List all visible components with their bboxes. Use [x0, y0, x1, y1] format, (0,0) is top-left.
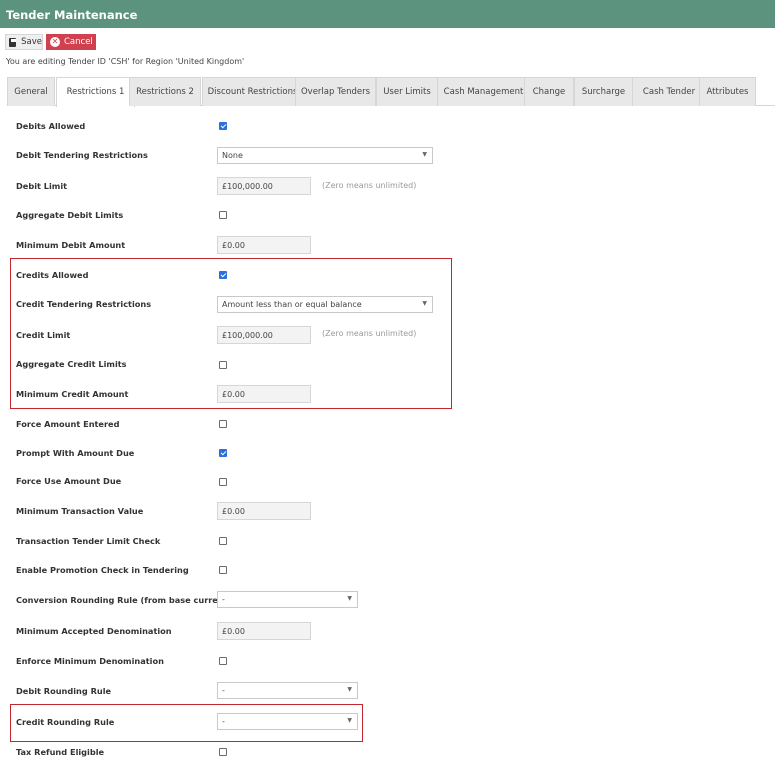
debit-limit-input[interactable]: £100,000.00	[217, 177, 311, 195]
enable-promotion-check-checkbox[interactable]	[219, 566, 227, 574]
debit-limit-label: Debit Limit	[16, 181, 68, 191]
minimum-transaction-value-input[interactable]: £0.00	[217, 502, 311, 520]
credit-limit-hint: (Zero means unlimited)	[322, 329, 417, 338]
tab-bar: General Restrictions 1 Restrictions 2 Di…	[7, 77, 775, 107]
cancel-button-label: Cancel	[64, 37, 93, 47]
minimum-debit-amount-input[interactable]: £0.00	[217, 236, 311, 254]
debit-rounding-rule-select[interactable]: - ▼	[217, 682, 358, 699]
editing-info: You are editing Tender ID 'CSH' for Regi…	[6, 57, 245, 66]
conversion-rounding-rule-select[interactable]: - ▼	[217, 591, 358, 608]
chevron-down-icon: ▼	[422, 151, 427, 158]
aggregate-credit-limits-checkbox[interactable]	[219, 361, 227, 369]
minimum-transaction-value-label: Minimum Transaction Value	[16, 506, 144, 516]
aggregate-credit-limits-label: Aggregate Credit Limits	[16, 359, 127, 369]
enable-promotion-check-label: Enable Promotion Check in Tendering	[16, 565, 189, 575]
minimum-accepted-denomination-input[interactable]: £0.00	[217, 622, 311, 640]
tab-attributes[interactable]: Attributes	[699, 77, 756, 106]
tab-overlap-tenders[interactable]: Overlap Tenders	[295, 77, 376, 106]
tab-cash-management[interactable]: Cash Management	[437, 77, 530, 106]
debit-rounding-rule-value: -	[222, 686, 225, 695]
tab-restrictions-2[interactable]: Restrictions 2	[129, 77, 201, 106]
tax-refund-eligible-label: Tax Refund Eligible	[16, 747, 105, 757]
credit-tendering-restrictions-select[interactable]: Amount less than or equal balance ▼	[217, 296, 433, 313]
credit-rounding-rule-select[interactable]: - ▼	[217, 713, 358, 730]
minimum-credit-amount-input[interactable]: £0.00	[217, 385, 311, 403]
credits-allowed-label: Credits Allowed	[16, 270, 89, 280]
window-title: Tender Maintenance	[0, 0, 775, 28]
transaction-tender-limit-check-label: Transaction Tender Limit Check	[16, 536, 161, 546]
force-use-amount-due-checkbox[interactable]	[219, 478, 227, 486]
enforce-minimum-denomination-checkbox[interactable]	[219, 657, 227, 665]
chevron-down-icon: ▼	[422, 300, 427, 307]
debits-allowed-checkbox[interactable]	[219, 122, 227, 130]
enforce-minimum-denomination-label: Enforce Minimum Denomination	[16, 656, 164, 666]
credit-tendering-restrictions-label: Credit Tendering Restrictions	[16, 299, 152, 309]
transaction-tender-limit-check-checkbox[interactable]	[219, 537, 227, 545]
debit-tendering-restrictions-label: Debit Tendering Restrictions	[16, 150, 148, 160]
debit-tendering-restrictions-select[interactable]: None ▼	[217, 147, 433, 164]
prompt-with-amount-due-checkbox[interactable]	[219, 449, 227, 457]
chevron-down-icon: ▼	[347, 595, 352, 602]
aggregate-debit-limits-label: Aggregate Debit Limits	[16, 210, 124, 220]
minimum-debit-amount-label: Minimum Debit Amount	[16, 240, 126, 250]
save-button-label: Save	[21, 37, 42, 47]
chevron-down-icon: ▼	[347, 717, 352, 724]
minimum-accepted-denomination-label: Minimum Accepted Denomination	[16, 626, 172, 636]
close-icon: ✕	[50, 37, 60, 47]
force-use-amount-due-label: Force Use Amount Due	[16, 476, 122, 486]
debit-rounding-rule-label: Debit Rounding Rule	[16, 686, 112, 696]
aggregate-debit-limits-checkbox[interactable]	[219, 211, 227, 219]
cancel-button[interactable]: ✕ Cancel	[46, 34, 96, 50]
save-button[interactable]: Save	[5, 34, 43, 50]
debit-limit-hint: (Zero means unlimited)	[322, 181, 417, 190]
tab-discount-restrictions[interactable]: Discount Restrictions	[202, 77, 303, 106]
debit-tendering-restrictions-value: None	[222, 151, 243, 160]
prompt-with-amount-due-label: Prompt With Amount Due	[16, 448, 135, 458]
conversion-rounding-rule-label: Conversion Rounding Rule (from base curr…	[16, 595, 238, 605]
credit-rounding-rule-value: -	[222, 717, 225, 726]
force-amount-entered-checkbox[interactable]	[219, 420, 227, 428]
credit-rounding-rule-label: Credit Rounding Rule	[16, 717, 115, 727]
credit-tendering-restrictions-value: Amount less than or equal balance	[222, 300, 362, 309]
force-amount-entered-label: Force Amount Entered	[16, 419, 120, 429]
tab-restrictions-1[interactable]: Restrictions 1	[56, 77, 135, 107]
save-icon	[9, 37, 17, 47]
tab-user-limits[interactable]: User Limits	[376, 77, 438, 106]
credits-allowed-checkbox[interactable]	[219, 271, 227, 279]
tab-cash-tender[interactable]: Cash Tender	[632, 77, 706, 106]
tab-change[interactable]: Change	[524, 77, 574, 106]
credit-limit-label: Credit Limit	[16, 330, 71, 340]
tax-refund-eligible-checkbox[interactable]	[219, 748, 227, 756]
tab-general[interactable]: General	[7, 77, 55, 106]
debits-allowed-label: Debits Allowed	[16, 121, 86, 131]
chevron-down-icon: ▼	[347, 686, 352, 693]
minimum-credit-amount-label: Minimum Credit Amount	[16, 389, 129, 399]
conversion-rounding-rule-value: -	[222, 595, 225, 604]
tab-surcharge[interactable]: Surcharge	[574, 77, 633, 106]
credit-limit-input[interactable]: £100,000.00	[217, 326, 311, 344]
